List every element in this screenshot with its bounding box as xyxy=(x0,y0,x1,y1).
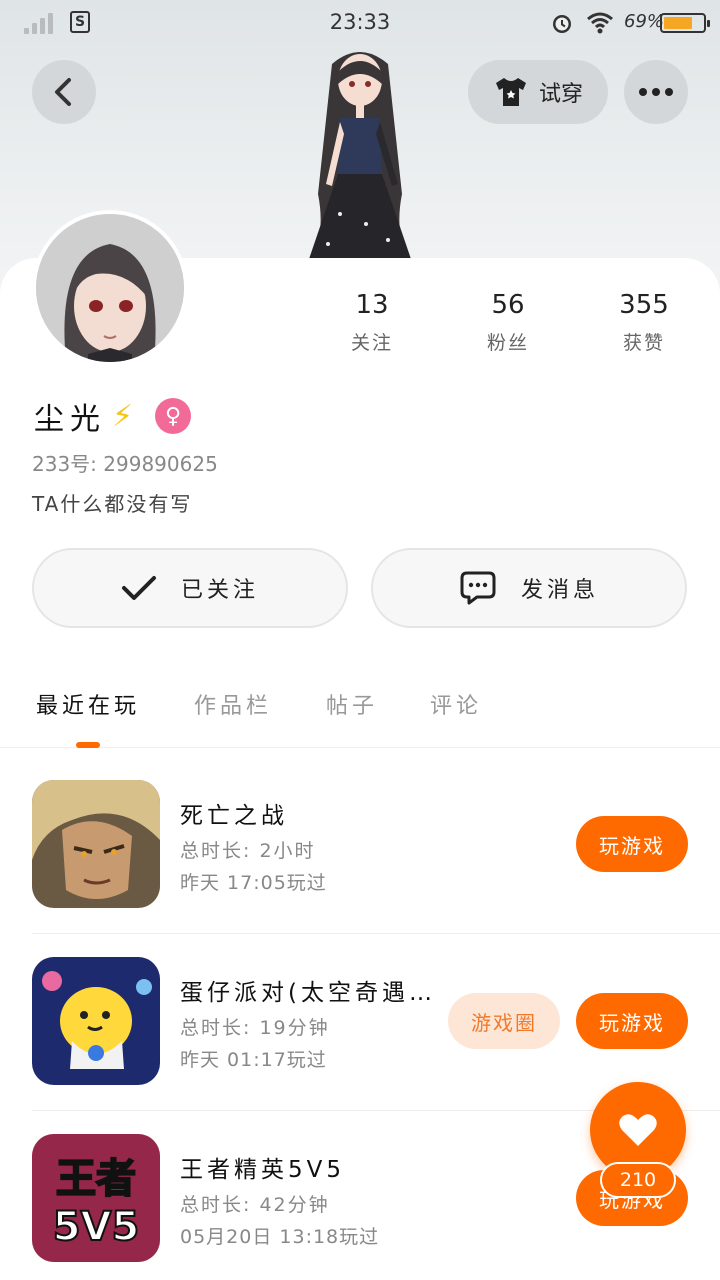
name-row: 尘光 ⚡ ♀ xyxy=(34,394,192,438)
avatar-image xyxy=(36,214,184,362)
play-game-button[interactable]: 玩游戏 xyxy=(576,816,688,872)
game-title: 蛋仔派对(太空奇遇… xyxy=(180,980,436,1006)
game-circle-button[interactable]: 游戏圈 xyxy=(448,993,560,1049)
send-message-button[interactable]: 发消息 xyxy=(371,548,687,628)
try-on-label: 试穿 xyxy=(538,82,583,107)
stat-followers-value: 56 xyxy=(491,290,525,320)
tab-indicator xyxy=(76,742,100,748)
game-duration: 总时长: 42分钟 xyxy=(180,1194,330,1216)
status-bar: S 23:33 69% xyxy=(0,0,720,46)
game-last-played: 昨天 17:05玩过 xyxy=(180,872,327,894)
battery-percent: 69% xyxy=(624,11,665,32)
game-duration: 总时长: 2小时 xyxy=(180,840,316,862)
tab-works[interactable]: 作品栏 xyxy=(194,688,272,720)
stat-likes[interactable]: 355 获赞 xyxy=(584,290,704,355)
back-button[interactable] xyxy=(32,60,96,124)
stat-following[interactable]: 13 关注 xyxy=(312,290,432,355)
user-id[interactable]: 233号: 299890625 xyxy=(32,448,218,477)
message-icon xyxy=(460,571,496,605)
game-icon xyxy=(32,780,160,908)
profile-tabs: 最近在玩 作品栏 帖子 评论 xyxy=(0,688,720,748)
game-icon xyxy=(32,957,160,1085)
chevron-left-icon xyxy=(55,78,71,106)
stat-followers[interactable]: 56 粉丝 xyxy=(448,290,568,355)
game-last-played: 05月20日 13:18玩过 xyxy=(180,1226,380,1248)
game-icon: 王者 5V5 xyxy=(32,1134,160,1262)
character-figure xyxy=(308,52,412,262)
more-button[interactable] xyxy=(624,60,688,124)
tab-comments[interactable]: 评论 xyxy=(430,688,482,720)
game-last-played: 昨天 01:17玩过 xyxy=(180,1049,327,1071)
game-icon-text: 王者 xyxy=(56,1156,136,1202)
battery-icon xyxy=(660,13,710,33)
stat-followers-label: 粉丝 xyxy=(486,332,529,354)
gender-female-icon: ♀ xyxy=(155,398,192,434)
stat-likes-label: 获赞 xyxy=(622,332,665,354)
followed-button[interactable]: 已关注 xyxy=(32,548,348,628)
game-item[interactable]: 死亡之战 总时长: 2小时 昨天 17:05玩过 玩游戏 xyxy=(32,780,720,908)
followed-label: 已关注 xyxy=(180,578,259,603)
play-game-button[interactable]: 玩游戏 xyxy=(576,993,688,1049)
avatar[interactable] xyxy=(32,210,188,366)
tab-posts[interactable]: 帖子 xyxy=(326,688,378,720)
game-title: 王者精英5V5 xyxy=(180,1157,346,1183)
game-item[interactable]: 蛋仔派对(太空奇遇… 总时长: 19分钟 昨天 01:17玩过 游戏圈 玩游戏 xyxy=(32,957,720,1085)
divider xyxy=(32,933,720,934)
user-name: 尘光 xyxy=(34,402,106,437)
game-title: 死亡之战 xyxy=(180,803,288,829)
like-count: 210 xyxy=(600,1162,676,1198)
wifi-icon xyxy=(587,12,613,34)
checkmark-icon xyxy=(121,576,156,600)
send-message-label: 发消息 xyxy=(520,578,599,603)
lightning-icon: ⚡ xyxy=(112,398,134,434)
heart-icon xyxy=(619,1114,657,1146)
stat-following-value: 13 xyxy=(355,290,389,320)
stat-likes-value: 355 xyxy=(619,290,669,320)
try-on-button[interactable]: 试穿 xyxy=(468,60,608,124)
more-icon xyxy=(639,88,673,96)
tshirt-icon xyxy=(495,78,526,106)
game-icon-text: 5V5 xyxy=(53,1204,140,1250)
user-bio: TA什么都没有写 xyxy=(32,492,193,516)
stat-following-label: 关注 xyxy=(350,332,393,354)
game-duration: 总时长: 19分钟 xyxy=(180,1017,330,1039)
tab-recent-games[interactable]: 最近在玩 xyxy=(36,688,140,720)
alarm-icon xyxy=(553,15,571,33)
